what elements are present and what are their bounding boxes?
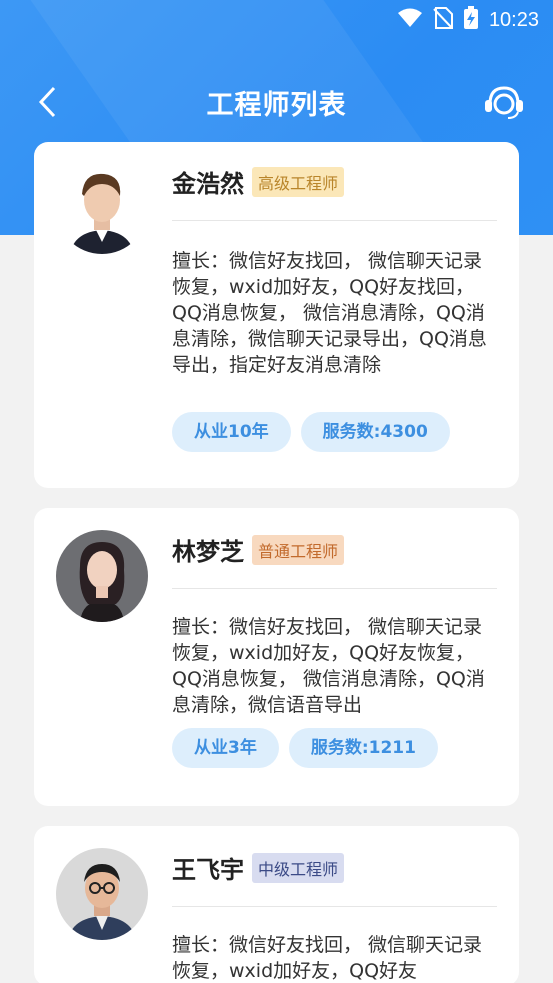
name-row: 金浩然 高级工程师 xyxy=(172,164,345,199)
specialty-text: 擅长：微信好友找回， 微信聊天记录恢复，wxid加好友，QQ好友找回，QQ消息恢… xyxy=(172,250,487,376)
back-button[interactable] xyxy=(28,82,68,122)
battery-charging-icon xyxy=(463,6,479,34)
specialty-text: 擅长：微信好友找回， 微信聊天记录恢复，wxid加好友，QQ好友 xyxy=(172,934,483,982)
headset-icon xyxy=(485,86,523,119)
divider xyxy=(172,588,497,589)
level-badge: 高级工程师 xyxy=(252,166,345,197)
engineer-card[interactable]: 金浩然 高级工程师 擅长：微信好友找回， 微信聊天记录恢复，wxid加好友，QQ… xyxy=(34,142,519,488)
customer-service-button[interactable] xyxy=(479,80,529,124)
name-row: 林梦芝 普通工程师 xyxy=(172,532,345,567)
avatar xyxy=(56,530,148,622)
services-tag: 服务数:1211 xyxy=(288,728,438,768)
divider xyxy=(172,906,497,907)
level-badge: 普通工程师 xyxy=(252,534,345,565)
services-tag: 服务数:4300 xyxy=(300,412,450,452)
status-time: 10:23 xyxy=(488,8,539,31)
engineer-name: 王飞宇 xyxy=(172,856,244,884)
years-tag: 从业3年 xyxy=(172,728,279,768)
tag-row: 从业3年 服务数:1211 xyxy=(172,728,438,768)
status-bar: 10:23 xyxy=(0,0,553,40)
avatar xyxy=(56,848,148,940)
years-tag: 从业10年 xyxy=(172,412,291,452)
engineer-name: 林梦芝 xyxy=(172,538,244,566)
chevron-left-icon xyxy=(38,86,56,118)
page-title: 工程师列表 xyxy=(206,89,347,121)
name-row: 王飞宇 中级工程师 xyxy=(172,850,345,885)
level-badge: 中级工程师 xyxy=(252,852,345,883)
avatar xyxy=(56,162,148,254)
specialty-text: 擅长：微信好友找回， 微信聊天记录恢复，wxid加好友，QQ好友恢复，QQ消息恢… xyxy=(172,616,485,716)
divider xyxy=(172,220,497,221)
engineer-card[interactable]: 林梦芝 普通工程师 擅长：微信好友找回， 微信聊天记录恢复，wxid加好友，QQ… xyxy=(34,508,519,806)
no-sim-icon xyxy=(433,7,453,33)
wifi-icon xyxy=(397,8,423,32)
tag-row: 从业10年 服务数:4300 xyxy=(172,412,450,452)
engineer-name: 金浩然 xyxy=(172,170,244,198)
engineer-card[interactable]: 王飞宇 中级工程师 擅长：微信好友找回， 微信聊天记录恢复，wxid加好友，QQ… xyxy=(34,826,519,983)
title-bar: 工程师列表 xyxy=(0,62,553,142)
